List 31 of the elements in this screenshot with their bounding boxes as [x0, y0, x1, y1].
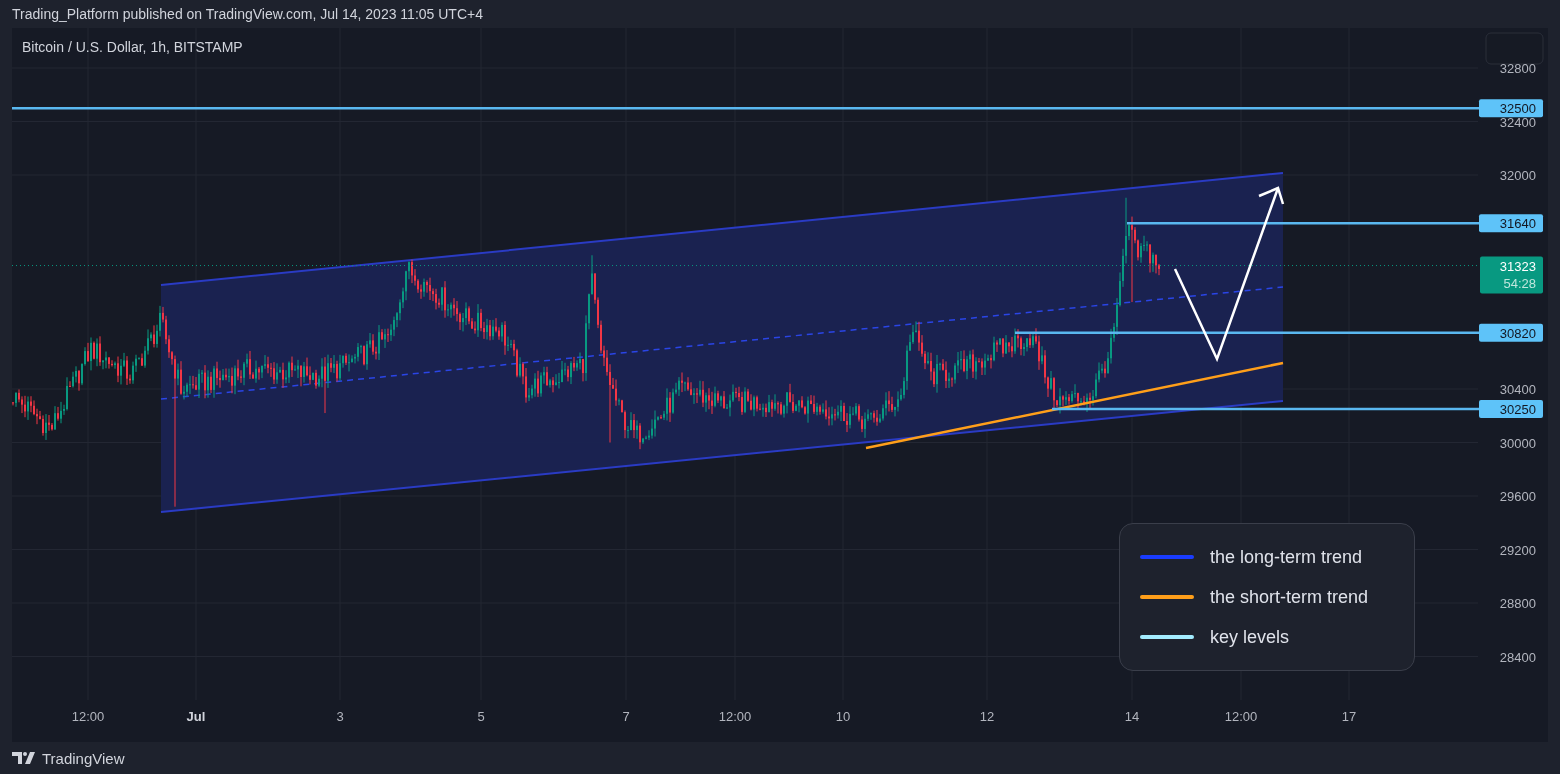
time-tick: Jul [186, 709, 206, 724]
legend-label: the long-term trend [1210, 546, 1363, 568]
time-tick: 5 [477, 709, 485, 724]
publisher-caption: Trading_Platform published on TradingView.com, Jul 14, 2023 11:05 UTC+4 [11, 5, 483, 24]
price-tick: 29200 [1499, 542, 1536, 558]
time-tick: 14 [1124, 709, 1140, 724]
price-tick: 32800 [1499, 61, 1536, 76]
time-tick: 12:00 [71, 709, 105, 724]
price-tick: 30400 [1499, 382, 1536, 397]
legend-label: key levels [1210, 626, 1290, 648]
key-level-badge: 30250 [1479, 400, 1543, 419]
price-tick: 28800 [1499, 596, 1536, 611]
time-tick: 3 [336, 709, 344, 724]
time-tick: 10 [835, 709, 851, 724]
legend-label: the short-term trend [1210, 586, 1369, 608]
last-price-badge: 31323 54:28 [1480, 256, 1543, 294]
key-level-badge: 32500 [1479, 99, 1543, 118]
time-tick: 17 [1341, 709, 1357, 724]
key-level-badge: 31640 [1479, 214, 1543, 233]
time-tick: 12 [979, 709, 995, 724]
price-tick: 32000 [1499, 168, 1536, 183]
brand-name: TradingView [42, 749, 125, 767]
key-level-badge: 30820 [1479, 323, 1543, 342]
time-tick: 7 [622, 709, 630, 724]
logo-icon [12, 752, 38, 764]
price-tick: 28400 [1499, 649, 1536, 665]
time-tick: 12:00 [718, 709, 752, 724]
price-tick: 29600 [1499, 489, 1536, 504]
symbol-title: Bitcoin / U.S. Dollar, 1h, BITSTAMP [22, 39, 243, 55]
price-tick: 30000 [1499, 435, 1536, 451]
time-tick: 12:00 [1224, 709, 1258, 724]
